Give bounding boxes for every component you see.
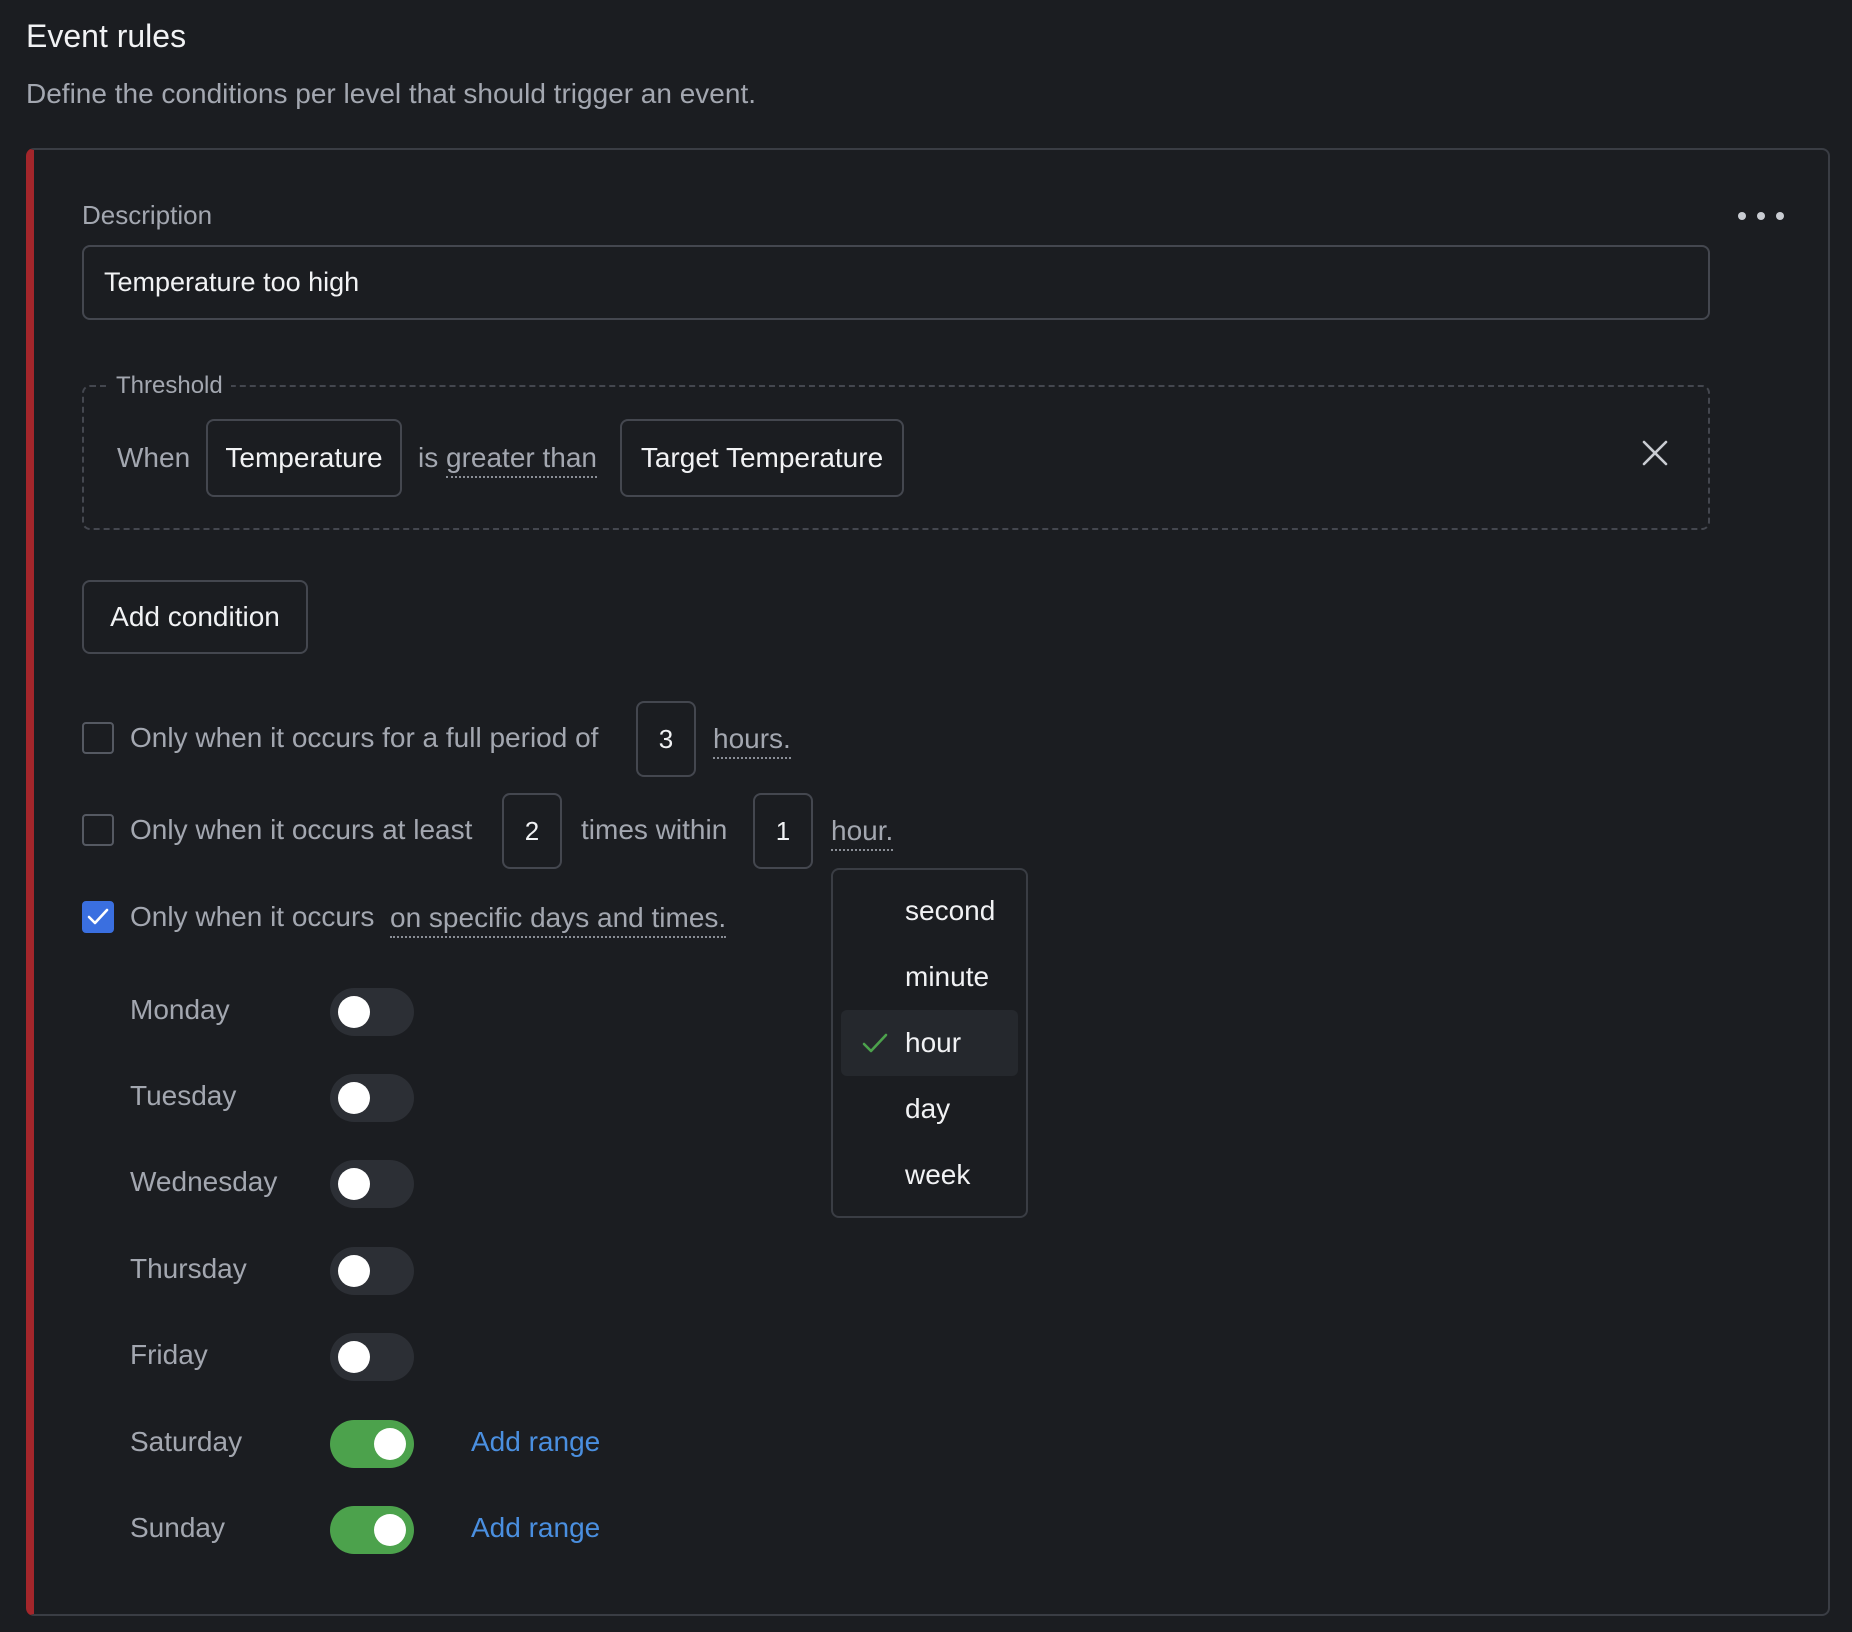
day-label-thursday: Thursday xyxy=(130,1253,247,1284)
unit-dropdown-menu: second minute hour day week xyxy=(831,868,1028,1218)
period-value-input[interactable]: 3 xyxy=(636,701,696,777)
day-label-sunday: Sunday xyxy=(130,1512,225,1543)
dropdown-option-week[interactable]: week xyxy=(841,1142,1018,1208)
toggle-sunday[interactable] xyxy=(330,1506,414,1554)
dropdown-option-minute[interactable]: minute xyxy=(841,944,1018,1010)
frequency-checkbox[interactable] xyxy=(82,814,114,846)
left-operand-select[interactable]: Temperature xyxy=(206,419,402,497)
dropdown-option-label: minute xyxy=(905,961,990,992)
dropdown-option-label: second xyxy=(905,895,996,926)
frequency-unit-select[interactable]: hour. xyxy=(831,813,894,851)
toggle-tuesday[interactable] xyxy=(330,1074,414,1122)
toggle-monday[interactable] xyxy=(330,988,414,1036)
description-label: Description xyxy=(82,200,213,230)
toggle-thursday[interactable] xyxy=(330,1247,414,1295)
when-label: When xyxy=(117,442,191,473)
period-unit-select[interactable]: hours. xyxy=(713,721,791,759)
add-condition-button[interactable]: Add condition xyxy=(82,580,308,654)
add-range-sunday-link[interactable]: Add range xyxy=(471,1512,600,1544)
day-label-tuesday: Tuesday xyxy=(130,1080,237,1111)
dropdown-option-label: hour xyxy=(905,1027,962,1058)
right-operand-select[interactable]: Target Temperature xyxy=(620,419,904,497)
toggle-saturday[interactable] xyxy=(330,1420,414,1468)
operator-select[interactable]: greater than xyxy=(446,440,597,478)
dropdown-option-label: week xyxy=(905,1159,971,1190)
day-label-wednesday: Wednesday xyxy=(130,1166,278,1197)
add-range-saturday-link[interactable]: Add range xyxy=(471,1426,600,1458)
schedule-link[interactable]: on specific days and times. xyxy=(390,900,727,938)
day-label-friday: Friday xyxy=(130,1339,208,1370)
toggle-wednesday[interactable] xyxy=(330,1160,414,1208)
section-title: Event rules xyxy=(26,18,187,54)
dropdown-option-label: day xyxy=(905,1093,951,1124)
frequency-count-input[interactable]: 2 xyxy=(502,793,562,869)
period-checkbox[interactable] xyxy=(82,722,114,754)
close-icon[interactable] xyxy=(1638,436,1672,470)
dropdown-option-day[interactable]: day xyxy=(841,1076,1018,1142)
operator-prefix: is xyxy=(418,442,439,473)
frequency-text-mid: times within xyxy=(581,814,728,845)
frequency-text-before: Only when it occurs at least xyxy=(130,814,473,845)
toggle-friday[interactable] xyxy=(330,1333,414,1381)
dropdown-option-hour[interactable]: hour xyxy=(841,1010,1018,1076)
threshold-legend: Threshold xyxy=(108,372,231,400)
period-option-text: Only when it occurs for a full period of xyxy=(130,722,599,753)
day-label-saturday: Saturday xyxy=(130,1426,243,1457)
check-icon xyxy=(862,1033,888,1053)
frequency-window-input[interactable]: 1 xyxy=(753,793,813,869)
section-subtitle: Define the conditions per level that sho… xyxy=(26,78,757,109)
schedule-checkbox[interactable] xyxy=(82,901,114,933)
schedule-text-before: Only when it occurs xyxy=(130,901,375,932)
dropdown-option-second[interactable]: second xyxy=(841,878,1018,944)
description-input[interactable] xyxy=(82,245,1710,320)
more-options-icon[interactable] xyxy=(1738,202,1784,230)
checkmark-icon xyxy=(87,908,109,925)
day-label-monday: Monday xyxy=(130,994,230,1025)
